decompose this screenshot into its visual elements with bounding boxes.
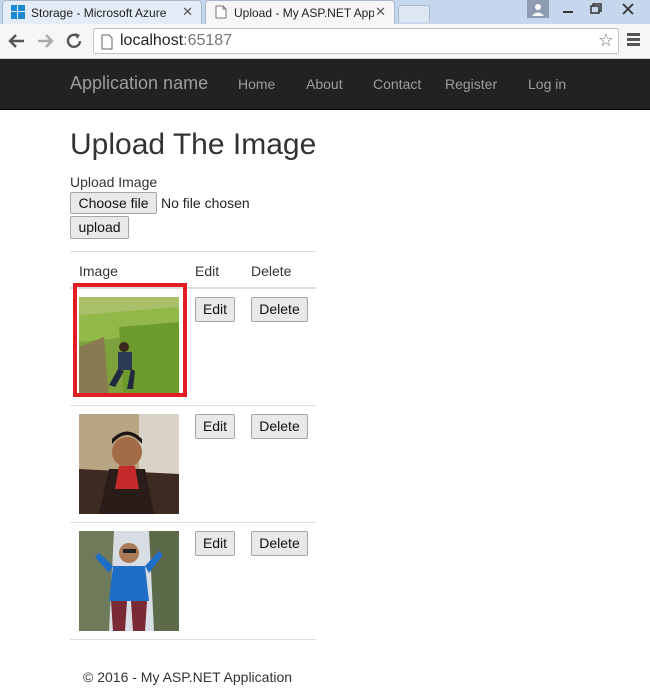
edit-button[interactable]: Edit (195, 531, 235, 556)
images-table: Image Edit Delete Edit Delete Edit Delet… (70, 251, 316, 640)
footer-copyright: © 2016 - My ASP.NET Application (83, 669, 293, 685)
photo-thumbnail[interactable] (79, 414, 179, 514)
user-profile-icon[interactable] (527, 0, 549, 18)
page-icon (215, 5, 227, 19)
header-delete: Delete (251, 263, 292, 279)
photo-thumbnail[interactable] (79, 531, 179, 631)
nav-contact[interactable]: Contact (373, 76, 421, 92)
url-port: :65187 (183, 32, 233, 49)
tab-storage-azure[interactable]: Storage - Microsoft Azure ✕ (2, 0, 202, 24)
back-arrow-icon[interactable] (6, 30, 28, 52)
window-close-icon[interactable] (608, 0, 648, 18)
restore-icon[interactable] (581, 0, 609, 18)
file-status-text: No file chosen (161, 195, 250, 211)
nav-register[interactable]: Register (445, 76, 497, 92)
tab-title: Upload - My ASP.NET App (234, 6, 374, 20)
browser-toolbar: localhost:65187 ☆ (0, 24, 650, 59)
bookmark-star-icon[interactable]: ☆ (598, 30, 614, 51)
new-tab-button[interactable] (398, 5, 430, 22)
nav-about[interactable]: About (306, 76, 343, 92)
minimize-icon[interactable] (554, 0, 582, 18)
hamburger-menu-icon[interactable] (627, 31, 643, 51)
tab-upload[interactable]: Upload - My ASP.NET App ✕ (205, 0, 395, 24)
site-navbar: Application name Home About Contact Regi… (0, 59, 650, 110)
edit-button[interactable]: Edit (195, 414, 235, 439)
choose-file-button[interactable]: Choose file (70, 192, 157, 214)
windows-logo-icon (11, 5, 25, 19)
upload-image-label: Upload Image (70, 174, 158, 190)
header-image: Image (79, 263, 118, 279)
delete-button[interactable]: Delete (251, 297, 308, 322)
reload-icon[interactable] (63, 30, 85, 52)
nav-login[interactable]: Log in (528, 76, 566, 92)
page-title: Upload The Image (70, 128, 317, 161)
delete-button[interactable]: Delete (251, 414, 308, 439)
tab-title: Storage - Microsoft Azure (31, 6, 167, 20)
table-row: Edit Delete (70, 406, 316, 523)
address-bar[interactable]: localhost:65187 ☆ (93, 28, 619, 54)
page-icon (101, 34, 113, 50)
forward-arrow-icon[interactable] (34, 30, 56, 52)
close-icon[interactable]: ✕ (375, 1, 386, 23)
edit-button[interactable]: Edit (195, 297, 235, 322)
table-row: Edit Delete (70, 283, 316, 406)
url-host: localhost (120, 32, 184, 49)
table-row: Edit Delete (70, 523, 316, 640)
close-icon[interactable]: ✕ (182, 1, 193, 23)
address-url: localhost:65187 (120, 32, 232, 50)
brand-link[interactable]: Application name (70, 73, 208, 94)
upload-button[interactable]: upload (70, 216, 129, 239)
browser-tabstrip: Storage - Microsoft Azure ✕ Upload - My … (0, 0, 650, 24)
selection-highlight (73, 283, 187, 397)
delete-button[interactable]: Delete (251, 531, 308, 556)
nav-home[interactable]: Home (238, 76, 275, 92)
header-edit: Edit (195, 263, 220, 279)
